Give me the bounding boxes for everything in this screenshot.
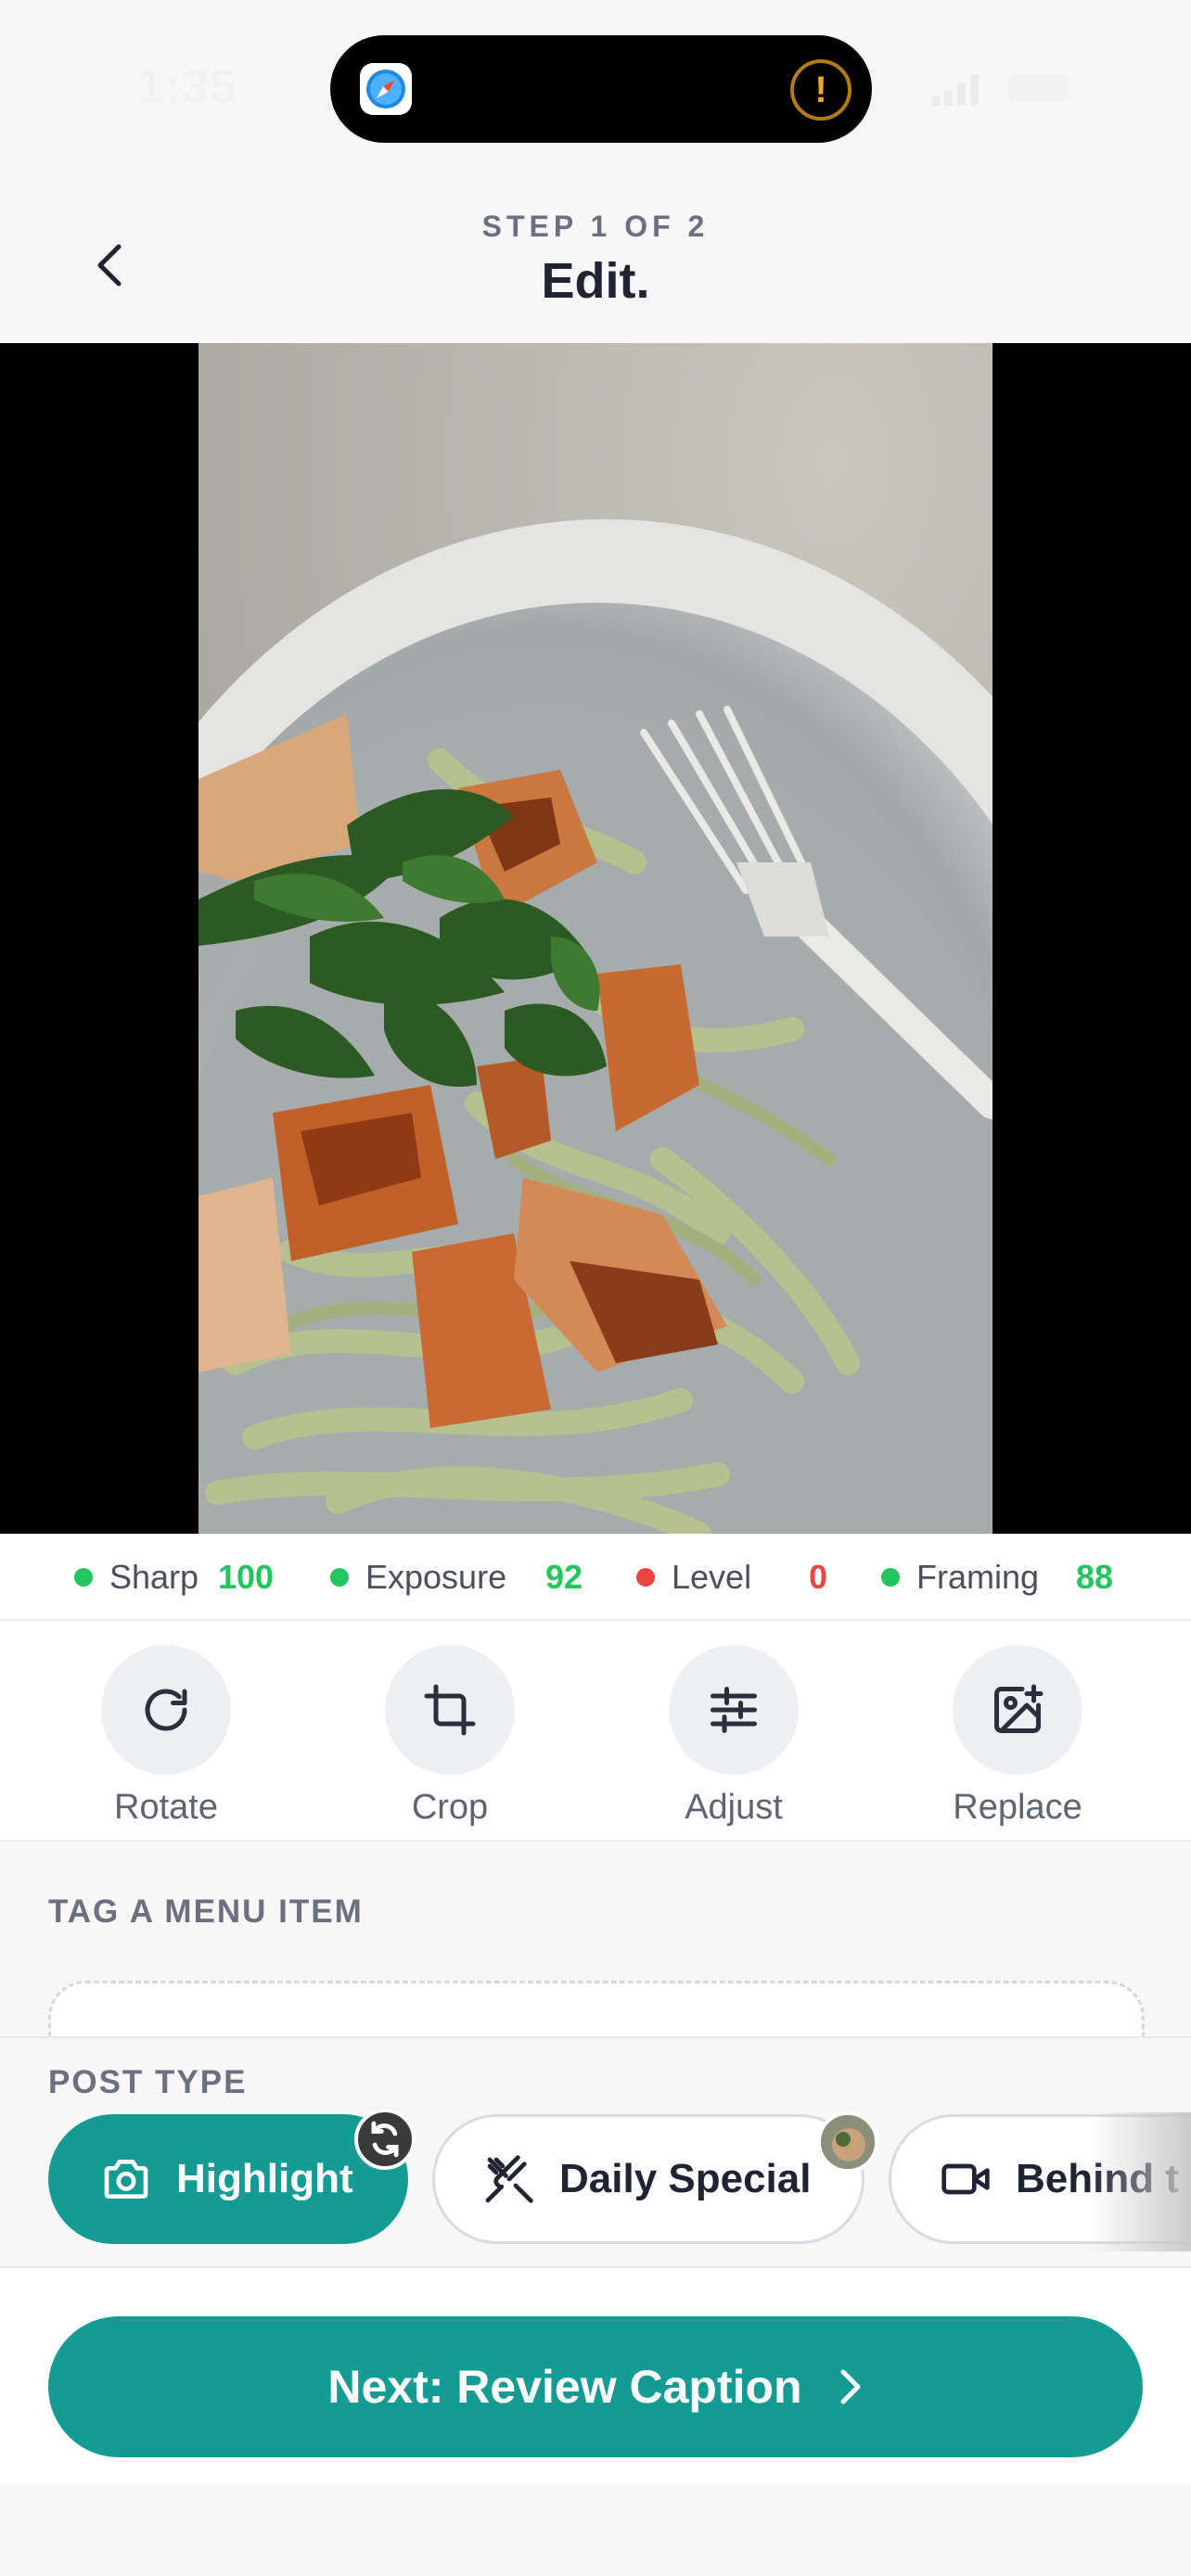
dynamic-island: ! [330,35,872,143]
header: STEP 1 OF 2 Edit. [0,176,1191,343]
metric-label: Framing [916,1558,1040,1596]
next-review-caption-button[interactable]: Next: Review Caption [48,2316,1143,2457]
status-dot [881,1568,900,1587]
section-heading: TAG A MENU ITEM [48,1894,364,1930]
food-thumbnail-icon [817,2111,878,2173]
metric-exposure: Exposure 92 [330,1534,583,1621]
metric-value: 0 [809,1558,828,1596]
status-bar: 1:35 ! [0,0,1191,176]
chip-label: Daily Special [559,2156,812,2201]
metric-sharp: Sharp 100 [74,1534,274,1621]
footer: Next: Review Caption [0,2268,1191,2483]
post-type-highlight[interactable]: Highlight [48,2109,416,2244]
tool-circle [101,1645,231,1775]
post-type-daily-special[interactable]: Daily Special [432,2111,878,2244]
crop-icon [424,1684,476,1736]
adjust-button[interactable]: Adjust [641,1645,826,1830]
section-heading: POST TYPE [48,2064,248,2100]
status-dot [330,1568,349,1587]
status-time: 1:35 [137,60,238,114]
battery-icon [1007,74,1069,102]
tag-menu-item-dropzone[interactable] [48,1981,1145,2036]
quality-metrics: Sharp 100 Exposure 92 Level 0 Framing 88 [0,1534,1191,1621]
signal-icon [931,74,979,106]
video-icon [940,2153,992,2205]
metric-framing: Framing 88 [881,1534,1113,1621]
safari-icon [360,63,412,115]
chevron-right-icon [836,2366,864,2407]
replace-button[interactable]: Replace [925,1645,1110,1830]
chip-label: Highlight [176,2156,353,2201]
camera-icon [100,2153,152,2205]
next-button-label: Next: Review Caption [327,2361,802,2413]
scroll-fade [1089,2112,1191,2251]
metric-value: 100 [218,1558,275,1596]
refresh-icon [354,2109,416,2170]
photo-preview [0,343,1191,1534]
tool-label: Rotate [114,1788,218,1827]
metric-label: Exposure [365,1558,507,1596]
utensils-crossed-icon [483,2153,535,2205]
home-indicator-area [0,2483,1191,2576]
tool-label: Adjust [685,1788,783,1827]
tag-menu-item-section: TAG A MENU ITEM [0,1842,1191,2036]
status-dot [74,1568,93,1587]
edit-tools: Rotate Crop Adjust Replace [0,1621,1191,1842]
metric-value: 88 [1076,1558,1114,1596]
metric-label: Level [672,1558,752,1596]
metric-level: Level 0 [636,1534,827,1621]
tool-label: Crop [411,1788,489,1827]
step-label: STEP 1 OF 2 [481,210,710,243]
metric-value: 92 [545,1558,583,1596]
alert-icon: ! [790,59,852,121]
rotate-icon [145,1689,187,1731]
tool-circle [669,1645,799,1775]
rotate-button[interactable]: Rotate [73,1645,259,1830]
status-dot [636,1568,655,1587]
crop-button[interactable]: Crop [357,1645,543,1830]
tool-label: Replace [953,1788,1082,1827]
tool-circle [953,1645,1082,1775]
tool-circle [385,1645,515,1775]
page-title: Edit. [541,253,650,309]
food-photo[interactable] [198,343,992,1534]
metric-label: Sharp [109,1558,199,1596]
image-plus-icon [994,1684,1044,1733]
sliders-icon [711,1687,757,1733]
post-type-section: POST TYPE Highlight Daily Special Behind [0,2036,1191,2268]
